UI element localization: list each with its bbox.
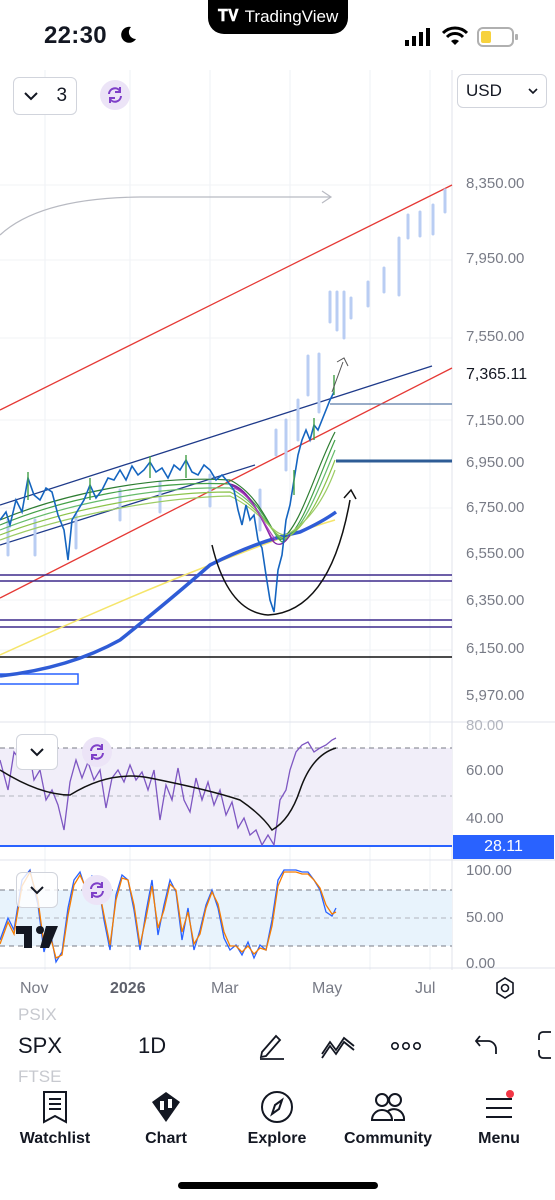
indicators-icon[interactable] [320, 1032, 356, 1060]
current-price-label: 7,365.11 [466, 366, 528, 383]
tradingview-watermark-icon [16, 926, 58, 948]
time-axis-label: Mar [211, 980, 239, 997]
moon-icon [121, 26, 136, 43]
chevron-down-icon [24, 92, 38, 101]
chart-settings-icon[interactable] [493, 976, 517, 1000]
drawing-pen-icon[interactable] [256, 1030, 286, 1060]
time-axis-label: Nov [20, 980, 49, 997]
price-axis-label: 7,550.00 [466, 328, 525, 345]
ghost-symbol: PSIX [18, 1005, 57, 1024]
tradingview-logo-icon: 𝐓𝐕 [217, 8, 239, 25]
price-axis-label: 6,750.00 [466, 499, 525, 516]
price-axis-label: 6,550.00 [466, 545, 525, 562]
chart-icon [152, 1092, 180, 1122]
price-axis-label: 5,970.00 [466, 687, 525, 704]
app-pill-label: TradingView [244, 7, 339, 26]
nav-community[interactable]: Community [338, 1090, 438, 1148]
rsi-axis-label: 60.00 [466, 762, 504, 779]
nav-label: Chart [145, 1130, 187, 1147]
chevron-down-icon [30, 886, 44, 895]
currency-select[interactable]: USD [457, 74, 547, 108]
rsi-collapse-button[interactable] [16, 734, 58, 770]
price-chart[interactable] [0, 70, 555, 1000]
rsi-sync-button[interactable] [82, 737, 112, 767]
app-pill: 𝐓𝐕 TradingView [208, 0, 348, 34]
nav-menu[interactable]: Menu [449, 1090, 549, 1148]
currency-label: USD [466, 81, 502, 100]
signal-icon [405, 28, 430, 46]
nav-label: Menu [478, 1130, 520, 1147]
nav-explore[interactable]: Explore [227, 1090, 327, 1148]
chevron-down-icon [30, 748, 44, 757]
nav-label: Community [344, 1130, 432, 1147]
stoch-axis-label: 50.00 [466, 909, 504, 926]
rsi-axis-label: 80.00 [466, 717, 504, 734]
chevron-down-icon [528, 87, 538, 94]
price-axis-label: 7,150.00 [466, 412, 525, 429]
compass-icon [261, 1091, 293, 1123]
wifi-icon [442, 26, 468, 45]
interval-button[interactable]: 1D [138, 1033, 166, 1059]
sync-icon [90, 882, 104, 898]
price-axis-label: 6,350.00 [466, 592, 525, 609]
nav-label: Watchlist [19, 1130, 91, 1147]
sync-icon [90, 744, 104, 760]
price-axis-label: 6,950.00 [466, 454, 525, 471]
time-axis-label: Jul [415, 980, 436, 997]
battery-icon [477, 27, 518, 47]
symbol-button[interactable]: SPX [18, 1033, 62, 1059]
nav-label: Explore [247, 1130, 307, 1147]
stoch-axis-label: 0.00 [466, 955, 496, 972]
layout-count: 3 [56, 85, 68, 106]
price-axis-label: 7,950.00 [466, 250, 525, 267]
time-axis-label: 2026 [110, 980, 146, 997]
watchlist-icon [43, 1091, 67, 1124]
nav-chart[interactable]: Chart [116, 1090, 216, 1148]
rsi-axis-label: 40.00 [466, 810, 504, 827]
nav-watchlist[interactable]: Watchlist [5, 1090, 105, 1148]
sync-button[interactable] [100, 80, 130, 110]
sync-icon [108, 87, 122, 103]
menu-icon [486, 1090, 514, 1118]
stoch-sync-button[interactable] [82, 875, 112, 905]
status-time: 22:30 [44, 22, 107, 49]
stoch-collapse-button[interactable] [16, 872, 58, 908]
price-axis-label: 6,150.00 [466, 640, 525, 657]
more-icon[interactable] [390, 1040, 422, 1052]
community-icon [370, 1093, 406, 1121]
fullscreen-icon[interactable] [537, 1030, 555, 1060]
rsi-current-value: 28.11 [453, 835, 554, 859]
stoch-axis-label: 100.00 [466, 862, 512, 879]
home-indicator[interactable] [178, 1182, 378, 1189]
undo-icon[interactable] [474, 1034, 498, 1056]
time-axis-label: May [312, 980, 343, 997]
price-axis-label: 8,350.00 [466, 175, 525, 192]
layout-selector[interactable]: 3 [13, 77, 77, 115]
